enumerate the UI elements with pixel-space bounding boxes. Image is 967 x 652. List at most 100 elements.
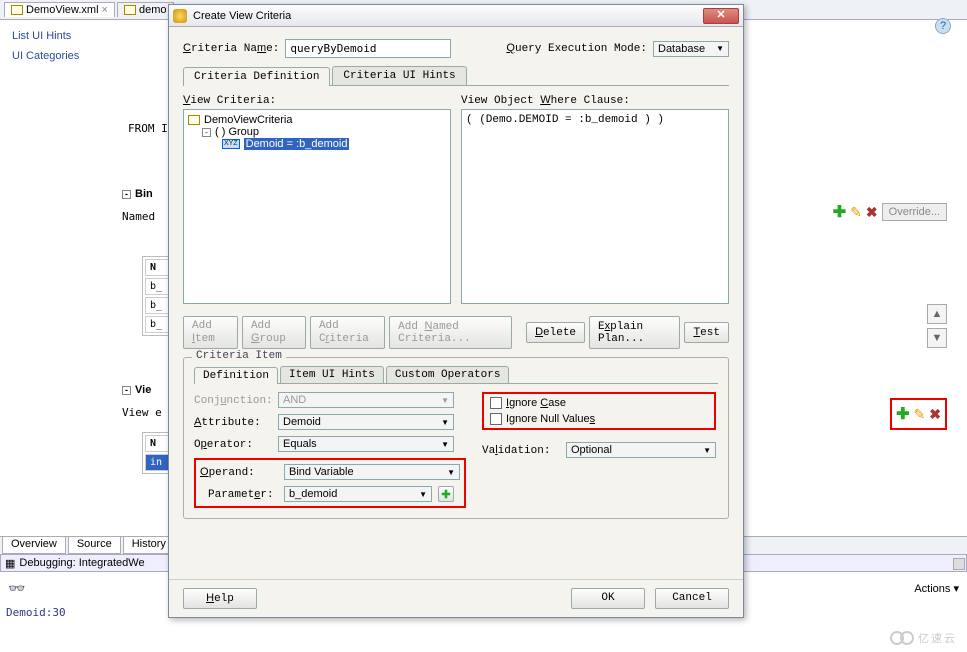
attribute-row: Attribute: Demoid ▼ xyxy=(194,414,466,430)
file-tab-demo[interactable]: demo xyxy=(117,2,174,17)
operand-label: Operand: xyxy=(200,466,278,479)
criteria-name-input[interactable] xyxy=(285,39,451,58)
add-named-criteria-button[interactable]: Add Named Criteria... xyxy=(389,316,512,349)
close-button[interactable]: ✕ xyxy=(703,8,739,24)
explain-plan-button[interactable]: Explain Plan... xyxy=(589,316,680,349)
add-parameter-button[interactable]: ✚ xyxy=(438,486,454,502)
close-icon[interactable]: × xyxy=(102,4,108,16)
item-form-left: Conjunction: AND ▼ Attribute: Demoid ▼ xyxy=(194,392,466,508)
scroll-corner xyxy=(953,558,965,570)
ignore-highlight-box: Ignore Case Ignore Null Values xyxy=(482,392,716,430)
file-tab-demoview[interactable]: DemoView.xml × xyxy=(4,2,115,17)
ignore-case-checkbox[interactable] xyxy=(490,397,502,409)
tree-leaf-selected[interactable]: XYZ Demoid = :b_demoid xyxy=(188,138,446,150)
item-form-right: Ignore Case Ignore Null Values Validatio… xyxy=(482,392,716,508)
edit-icon[interactable]: ✎ xyxy=(850,204,862,221)
operand-select[interactable]: Bind Variable ▼ xyxy=(284,464,460,480)
add-icon[interactable]: ✚ xyxy=(833,202,846,222)
actions-menu[interactable]: Actions ▾ xyxy=(914,582,959,595)
binoculars-icon[interactable]: 👓 xyxy=(8,580,25,597)
criteria-split: View Criteria: DemoViewCriteria - ( ) Gr… xyxy=(183,94,729,304)
section-label: Bin xyxy=(135,188,153,200)
view-criteria-col: View Criteria: DemoViewCriteria - ( ) Gr… xyxy=(183,94,451,304)
test-button[interactable]: Test xyxy=(684,322,729,343)
tree-group-label: ( ) Group xyxy=(215,126,259,138)
delete-icon[interactable]: ✖ xyxy=(929,406,941,423)
criteria-icon xyxy=(188,115,200,125)
attribute-label: Attribute: xyxy=(194,416,272,429)
conjunction-row: Conjunction: AND ▼ xyxy=(194,392,466,408)
chevron-down-icon: ▼ xyxy=(441,418,449,427)
tab-source[interactable]: Source xyxy=(68,537,121,554)
criteria-name-label: Criteria Name: xyxy=(183,42,279,55)
parameter-select[interactable]: b_demoid ▼ xyxy=(284,486,432,502)
section-view-criteria[interactable]: - Vie xyxy=(122,384,151,396)
move-down-button[interactable]: ▼ xyxy=(927,328,947,348)
tab-overview[interactable]: Overview xyxy=(2,537,66,554)
dialog-icon xyxy=(173,9,187,23)
ignore-null-row[interactable]: Ignore Null Values xyxy=(490,413,708,425)
delete-icon[interactable]: ✖ xyxy=(866,204,878,221)
tree-root-label: DemoViewCriteria xyxy=(204,114,292,126)
debug-icon: ▦ xyxy=(5,557,15,570)
operand-row: Operand: Bind Variable ▼ xyxy=(200,464,460,480)
chevron-down-icon: ▼ xyxy=(441,440,449,449)
add-icon[interactable]: ✚ xyxy=(896,404,909,424)
add-group-button[interactable]: Add Group xyxy=(242,316,306,349)
item-tabs: Definition Item UI Hints Custom Operator… xyxy=(194,366,718,384)
file-tab-label: DemoView.xml xyxy=(26,4,99,16)
delete-button[interactable]: Delete xyxy=(526,322,585,343)
move-up-button[interactable]: ▲ xyxy=(927,304,947,324)
ignore-case-label: Ignore Case xyxy=(506,397,566,409)
tab-custom-operators[interactable]: Custom Operators xyxy=(386,366,510,383)
ignore-null-checkbox[interactable] xyxy=(490,413,502,425)
tab-definition[interactable]: Definition xyxy=(194,367,278,384)
ignore-case-row[interactable]: Ignore Case xyxy=(490,397,708,409)
exec-mode-select[interactable]: Database ▼ xyxy=(653,41,729,57)
help-button[interactable]: Help xyxy=(183,588,257,609)
dialog-footer: Help OK Cancel xyxy=(169,579,743,617)
validation-select[interactable]: Optional ▼ xyxy=(566,442,716,458)
collapse-icon[interactable]: - xyxy=(122,386,131,395)
ok-button[interactable]: OK xyxy=(571,588,645,609)
watermark-text: 亿速云 xyxy=(918,630,957,646)
section-bind-vars[interactable]: - Bin xyxy=(122,188,153,200)
parameter-row: Parameter: b_demoid ▼ ✚ xyxy=(200,486,460,502)
bind-var-toolbar: ✚ ✎ ✖ Override... xyxy=(833,202,947,222)
validation-row: Validation: Optional ▼ xyxy=(482,442,716,458)
override-button[interactable]: Override... xyxy=(882,203,947,221)
view-criteria-toolbar-highlight: ✚ ✎ ✖ xyxy=(890,398,947,430)
collapse-icon[interactable]: - xyxy=(202,128,211,137)
operand-value: Bind Variable xyxy=(289,466,354,478)
add-item-button[interactable]: Add Item xyxy=(183,316,238,349)
tree-root[interactable]: DemoViewCriteria xyxy=(188,114,446,126)
criteria-tree[interactable]: DemoViewCriteria - ( ) Group XYZ Demoid … xyxy=(183,109,451,304)
collapse-icon[interactable]: - xyxy=(122,190,131,199)
operator-select[interactable]: Equals ▼ xyxy=(278,436,454,452)
edit-icon[interactable]: ✎ xyxy=(914,406,926,423)
xml-icon xyxy=(124,5,136,15)
tree-button-row: Add Item Add Group Add Criteria Add Name… xyxy=(183,316,729,349)
operand-highlight-box: Operand: Bind Variable ▼ Parameter: b_de… xyxy=(194,458,466,508)
exec-mode-value: Database xyxy=(658,43,705,55)
validation-value: Optional xyxy=(571,444,612,456)
cancel-button[interactable]: Cancel xyxy=(655,588,729,609)
xml-icon xyxy=(11,5,23,15)
attribute-value: Demoid xyxy=(283,416,321,428)
dialog-title: Create View Criteria xyxy=(193,10,697,22)
reorder-arrows: ▲ ▼ xyxy=(927,304,947,348)
tab-criteria-definition[interactable]: Criteria Definition xyxy=(183,67,330,86)
add-criteria-button[interactable]: Add Criteria xyxy=(310,316,385,349)
operator-row: Operator: Equals ▼ xyxy=(194,436,466,452)
where-clause-box: ( (Demo.DEMOID = :b_demoid ) ) xyxy=(461,109,729,304)
criteria-item-legend: Criteria Item xyxy=(192,350,286,362)
chevron-down-icon: ▼ xyxy=(447,468,455,477)
criteria-item-fieldset: Criteria Item Definition Item UI Hints C… xyxy=(183,357,729,519)
attribute-select[interactable]: Demoid ▼ xyxy=(278,414,454,430)
dialog-titlebar[interactable]: Create View Criteria ✕ xyxy=(169,5,743,27)
exec-mode-label: Query Execution Mode: xyxy=(506,42,647,55)
tree-group[interactable]: - ( ) Group xyxy=(188,126,446,138)
tab-criteria-ui-hints[interactable]: Criteria UI Hints xyxy=(332,66,466,85)
tab-item-ui-hints[interactable]: Item UI Hints xyxy=(280,366,384,383)
item-form: Conjunction: AND ▼ Attribute: Demoid ▼ xyxy=(194,392,718,508)
